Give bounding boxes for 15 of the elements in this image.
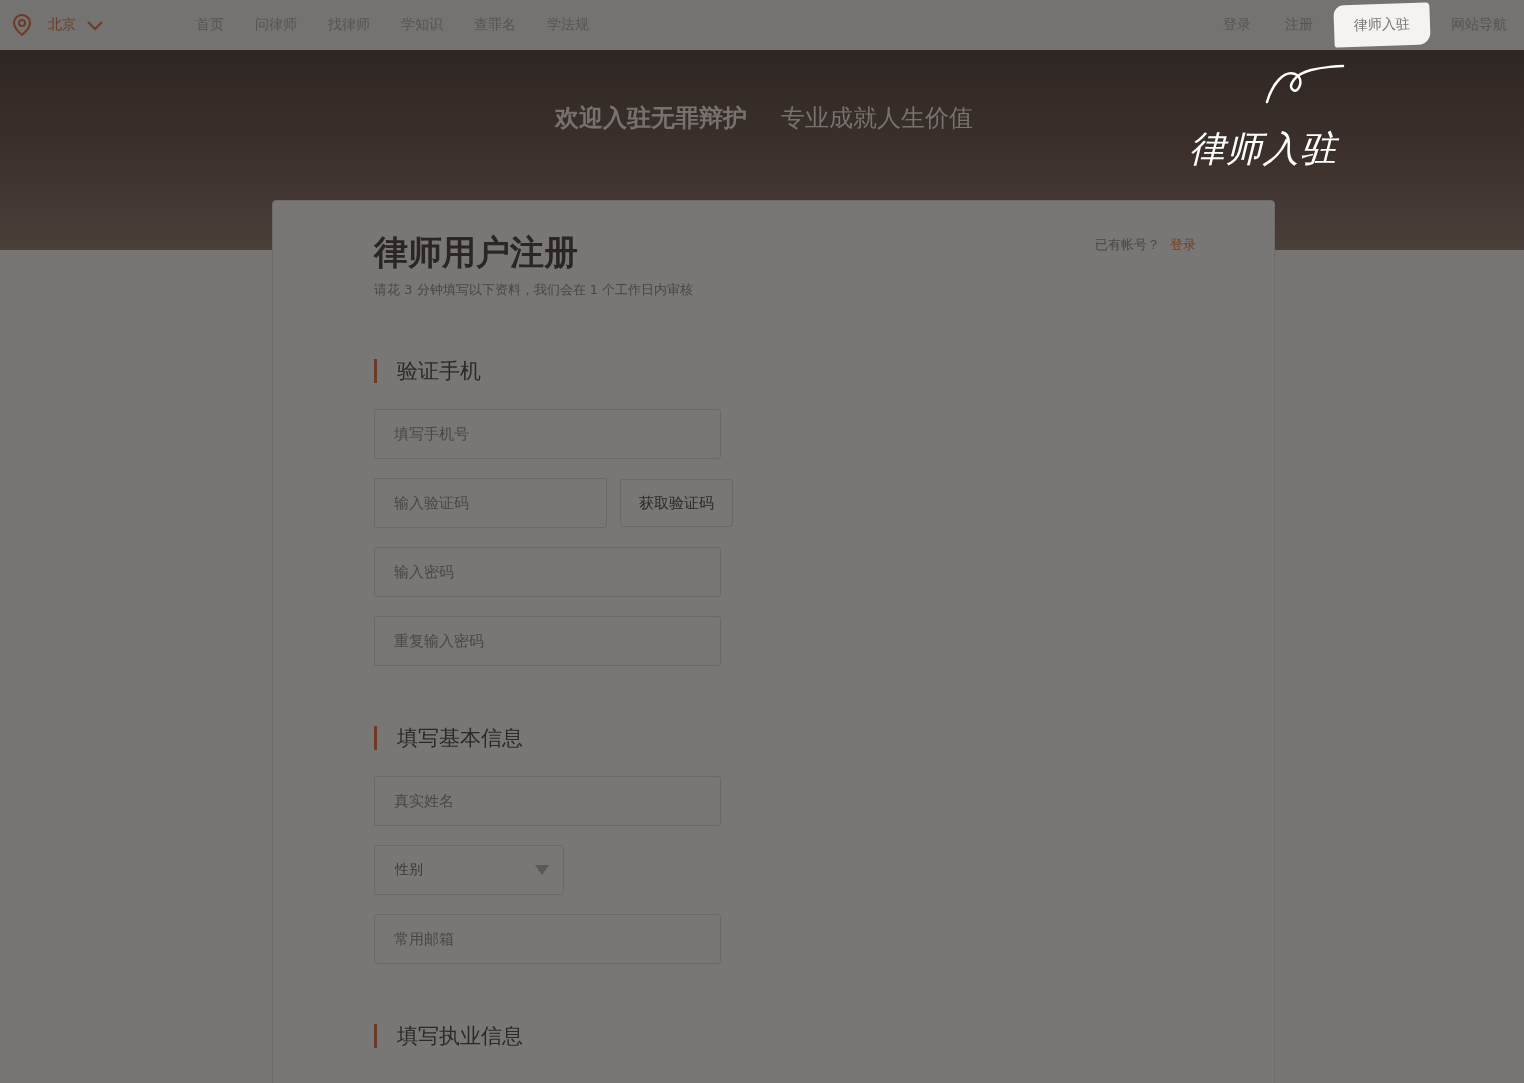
- section-heading: 填写执业信息: [374, 1024, 1196, 1048]
- gender-dropdown[interactable]: 性别: [374, 845, 564, 895]
- form-title: 律师用户注册: [374, 231, 579, 273]
- get-code-button[interactable]: 获取验证码: [620, 479, 733, 527]
- dropdown-triangle-icon: [535, 865, 549, 875]
- account-link[interactable]: 律师入驻: [1333, 2, 1431, 48]
- banner-tagline: 专业成就人生价值: [781, 103, 973, 134]
- section-heading: 验证手机: [374, 359, 1196, 383]
- section-heading: 填写基本信息: [374, 726, 1196, 750]
- banner-headline: 欢迎入驻无罪辩护: [555, 103, 747, 134]
- chevron-down-icon: [86, 19, 104, 31]
- location-pin-icon: [10, 12, 34, 38]
- city-selector[interactable]: 北京: [48, 16, 104, 34]
- login-link[interactable]: 登录: [1170, 236, 1196, 254]
- handwritten-title: 律师入驻: [1189, 127, 1337, 171]
